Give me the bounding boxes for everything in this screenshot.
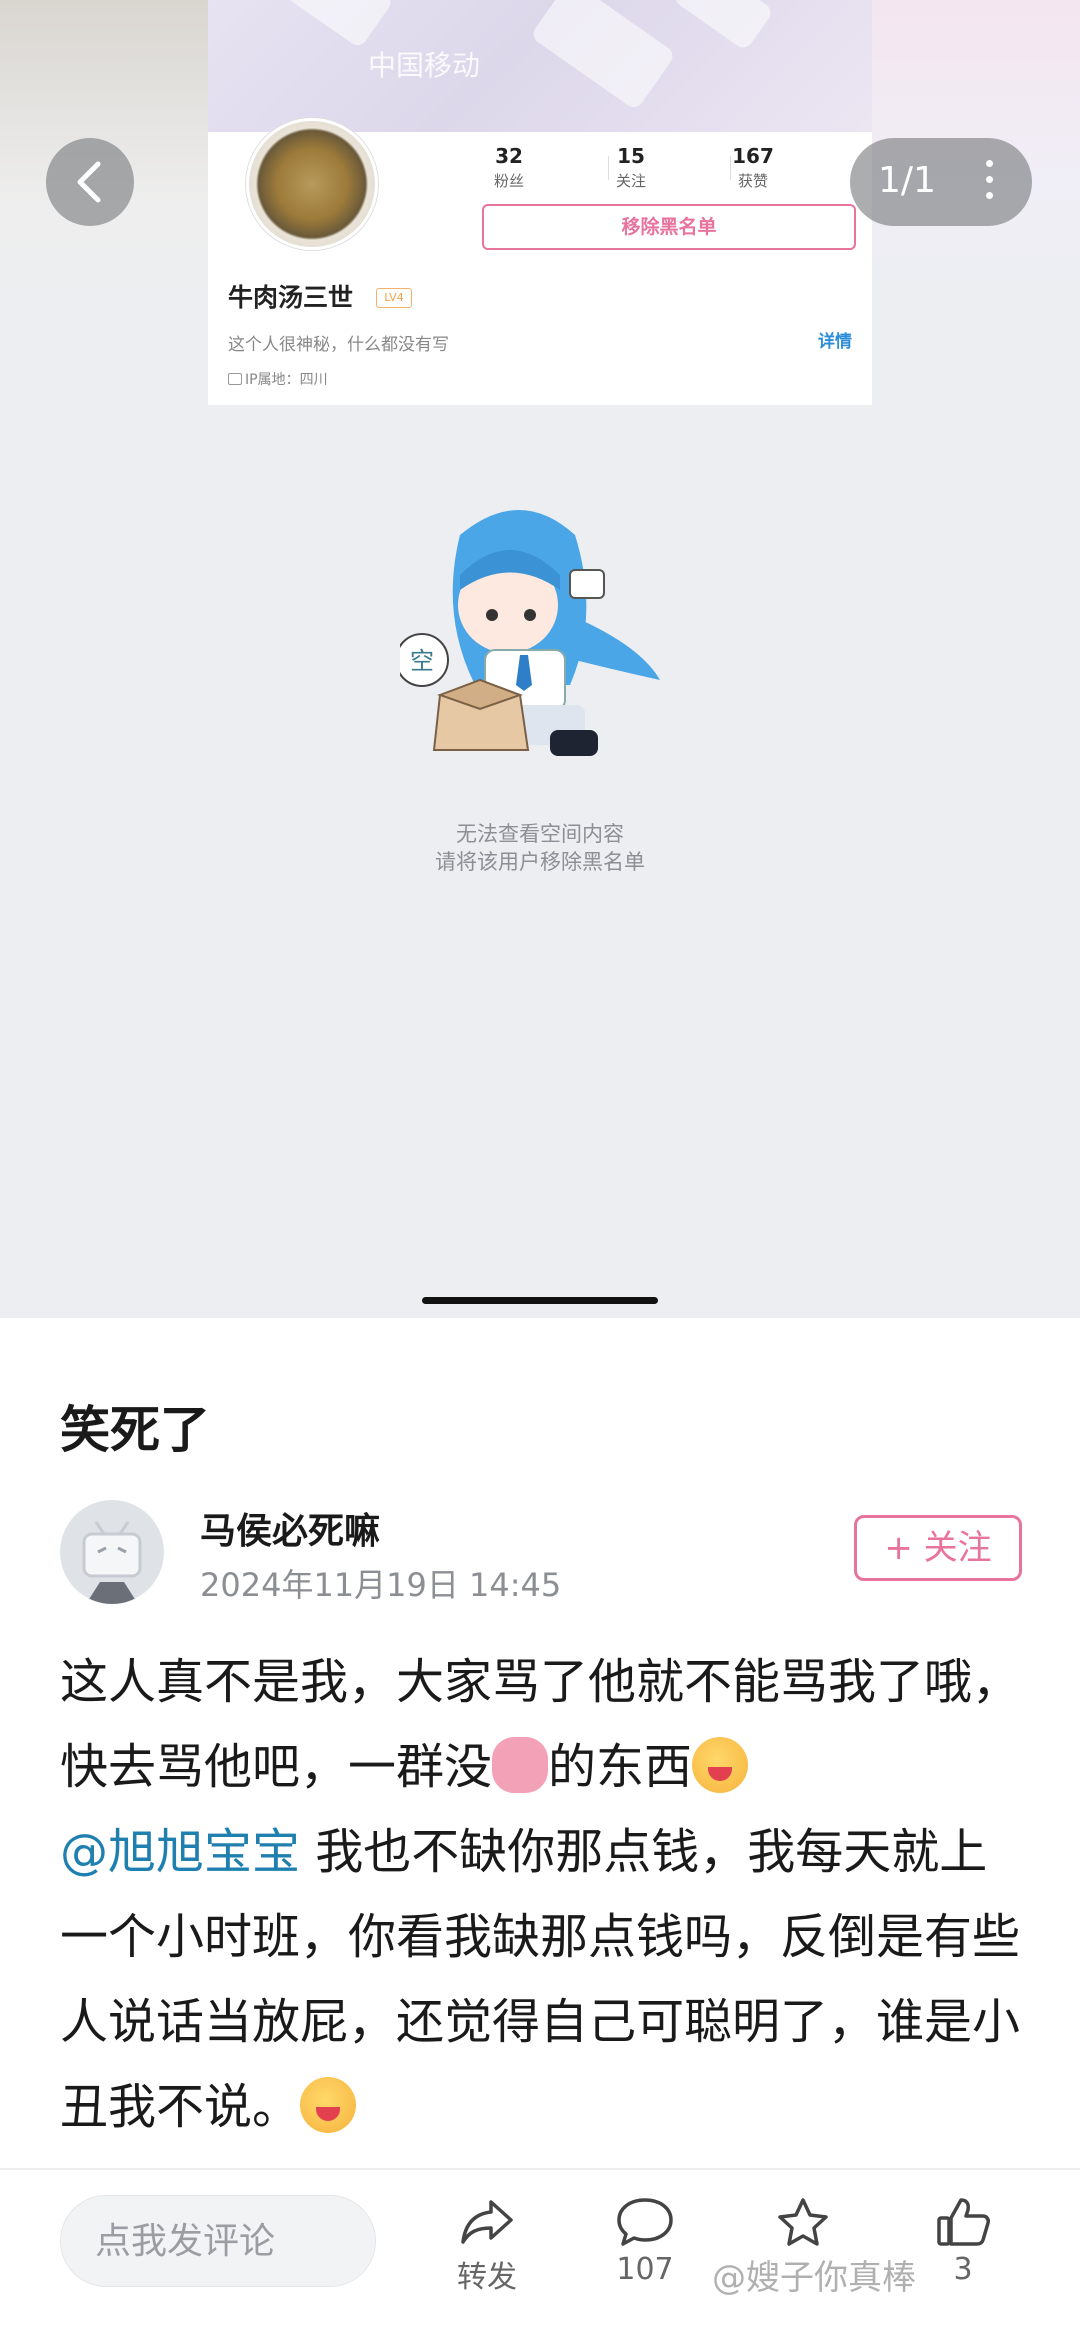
author-name[interactable]: 马侯必死嘛 <box>200 1502 380 1554</box>
like-button[interactable]: 3 <box>908 2196 1018 2287</box>
comment-button[interactable]: 107 <box>590 2196 700 2287</box>
back-button[interactable] <box>46 138 134 226</box>
embarrassed-face-emoji-icon <box>300 2077 357 2133</box>
stat-label: 关注 <box>615 172 646 190</box>
share-label: 转发 <box>457 2260 517 2295</box>
stat-followers: 32 粉丝 <box>464 144 554 191</box>
remove-blacklist-button[interactable]: 移除黑名单 <box>482 204 856 250</box>
ip-location: IP属地：四川 <box>228 369 328 389</box>
level-badge: LV4 <box>376 288 412 308</box>
brain-emoji-icon <box>492 1737 549 1793</box>
stat-label: 获赞 <box>737 172 768 190</box>
like-count: 3 <box>953 2252 973 2287</box>
profile-banner: 中国移动 <box>208 0 872 132</box>
share-button[interactable]: 转发 <box>432 2196 542 2296</box>
mention-link[interactable]: @旭旭宝宝 <box>60 1824 300 1880</box>
star-icon <box>778 2198 828 2246</box>
profile-bio: 这个人很神秘，什么都没有写 <box>228 335 449 355</box>
stat-value: 167 <box>732 144 774 168</box>
tongue-face-emoji-icon <box>692 1737 749 1793</box>
image-viewer: 中国移动 32 粉丝 15 关注 167 获赞 移除黑名单 牛肉汤三世 LV4 … <box>0 0 1080 1318</box>
chevron-left-icon <box>77 161 101 203</box>
empty-mascot-illustration: 空 <box>400 510 660 756</box>
post-title: 笑死了 <box>60 1401 210 1459</box>
default-avatar-icon <box>82 1521 142 1604</box>
home-indicator <box>422 1297 658 1304</box>
stat-value: 32 <box>495 144 523 168</box>
empty-bubble-text: 空 <box>410 647 434 675</box>
profile-username: 牛肉汤三世 <box>228 283 354 312</box>
ip-icon <box>228 373 242 385</box>
page-indicator: 1/1 <box>878 160 936 201</box>
detail-link[interactable]: 详情 <box>818 327 852 352</box>
watermark: @嫂子你真棒 <box>712 2258 916 2298</box>
page-indicator-pill: 1/1 <box>850 138 1032 226</box>
comment-input[interactable]: 点我发评论 <box>60 2195 376 2287</box>
profile-screenshot: 中国移动 32 粉丝 15 关注 167 获赞 移除黑名单 牛肉汤三世 LV4 … <box>208 0 872 405</box>
favorite-button[interactable] <box>748 2196 858 2252</box>
stat-following: 15 关注 <box>586 144 676 191</box>
profile-avatar <box>246 118 378 250</box>
ip-location-text: IP属地：四川 <box>245 372 328 388</box>
post-timestamp: 2024年11月19日 14:45 <box>200 1566 562 1604</box>
comment-count: 107 <box>616 2252 674 2287</box>
author-avatar[interactable] <box>60 1500 164 1604</box>
follow-button[interactable]: + 关注 <box>854 1515 1022 1581</box>
like-icon <box>937 2198 990 2246</box>
stat-likes: 167 获赞 <box>708 144 798 191</box>
carrier-label: 中国移动 <box>368 49 481 82</box>
comment-icon <box>617 2198 673 2246</box>
post-body: 这人真不是我，大家骂了他就不能骂我了哦，快去骂他吧，一群没 的东西 @旭旭宝宝 我… <box>60 1640 1020 2150</box>
empty-message-line1: 无法查看空间内容 <box>456 822 624 846</box>
more-options-icon[interactable] <box>986 160 994 204</box>
share-icon <box>461 2200 513 2244</box>
empty-message-line2: 请将该用户移除黑名单 <box>435 850 645 874</box>
stat-value: 15 <box>617 144 645 168</box>
stat-label: 粉丝 <box>493 172 524 190</box>
post-text: 的东西 <box>548 1739 693 1795</box>
